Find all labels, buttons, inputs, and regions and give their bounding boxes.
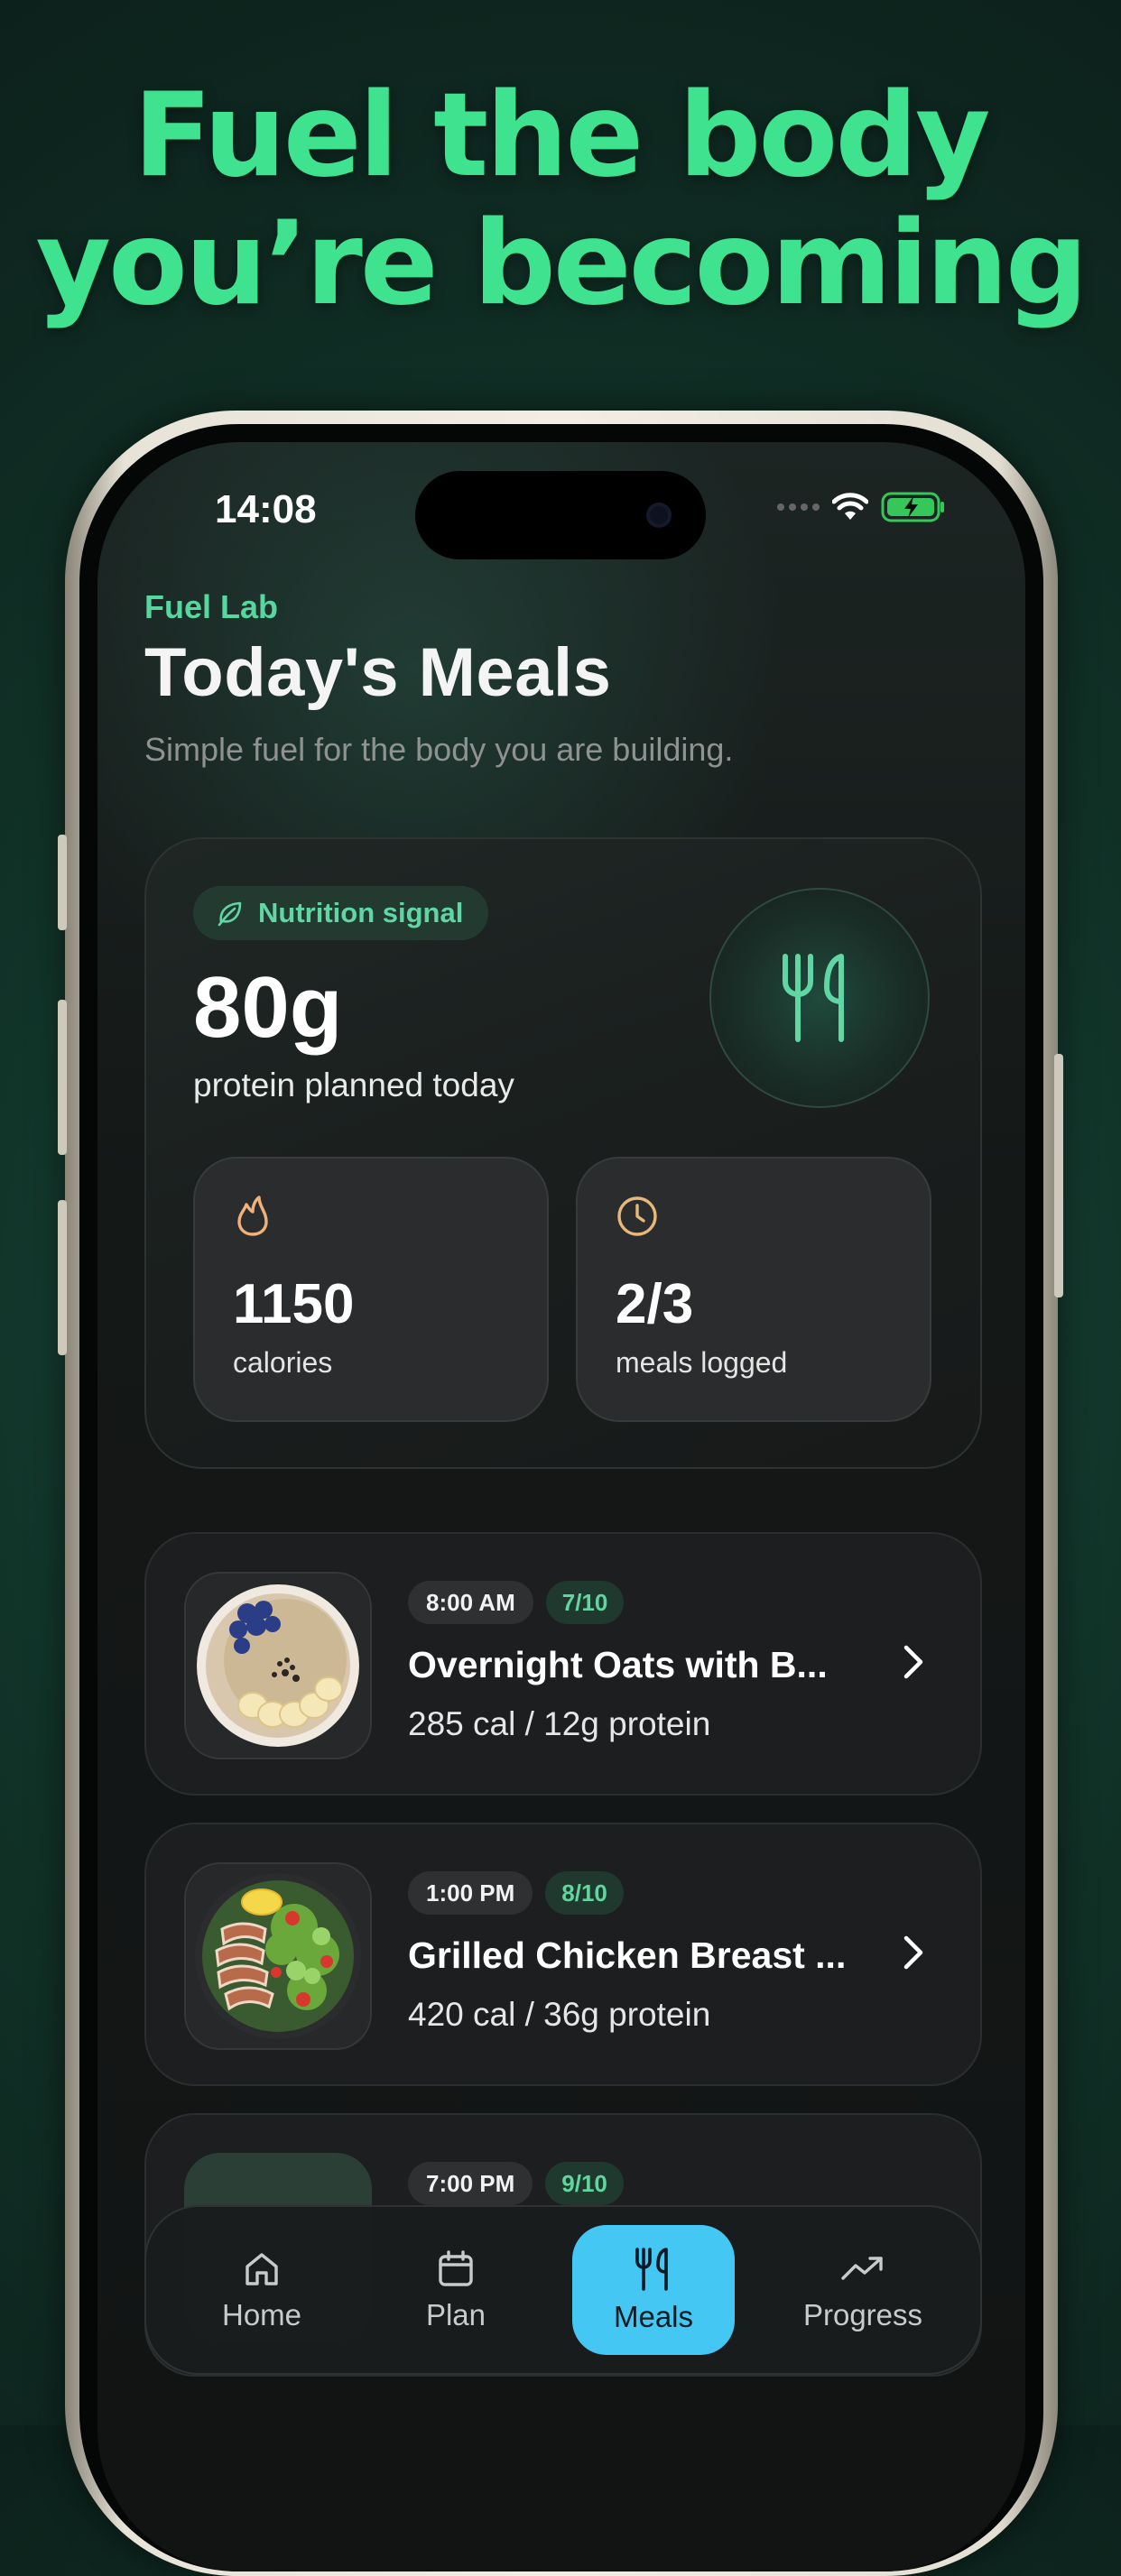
camera-icon <box>646 503 672 528</box>
volume-down-button <box>58 1200 67 1355</box>
page-title: Today's Meals <box>144 634 612 711</box>
signal-icon <box>777 503 820 511</box>
calendar-icon <box>439 2250 473 2286</box>
battery-charging-icon <box>881 492 944 522</box>
headline-line-2: you’re becoming <box>35 197 1089 331</box>
meal-card-lunch[interactable]: 1:00 PM 8/10 Grilled Chicken Breast ... … <box>144 1823 982 2086</box>
nutrition-signal-badge: Nutrition signal <box>193 886 489 940</box>
meals-logged-stat: 2/3 meals logged <box>576 1157 931 1422</box>
power-button <box>1054 1054 1063 1297</box>
chevron-right-icon[interactable] <box>899 1931 928 1974</box>
chevron-right-icon[interactable] <box>899 1640 928 1684</box>
meal-macros: 420 cal / 36g protein <box>408 1996 711 2033</box>
utensils-icon <box>783 954 844 1042</box>
meal-card-breakfast[interactable]: 8:00 AM 7/10 Overnight Oats with B... 28… <box>144 1532 982 1796</box>
action-button <box>58 835 67 930</box>
nutrition-summary-card: Nutrition signal 80g protein planned tod… <box>144 837 982 1469</box>
meal-score-badge: 8/10 <box>545 1871 624 1915</box>
meal-name: Overnight Oats with B... <box>408 1644 828 1685</box>
meal-name: Grilled Chicken Breast ... <box>408 1934 847 1976</box>
page-subtitle: Simple fuel for the body you are buildin… <box>144 731 734 768</box>
nutrition-signal-label: Nutrition signal <box>258 897 464 928</box>
phone-screen: 14:08 Fuel Lab Today's Meals Simple fuel… <box>97 442 1025 2571</box>
status-icons <box>777 489 946 525</box>
utensils-icon <box>635 2248 668 2291</box>
tab-meals[interactable]: Meals <box>572 2225 735 2355</box>
calories-value: 1150 <box>233 1273 355 1335</box>
meals-logged-label: meals logged <box>616 1346 788 1379</box>
meal-time-badge: 8:00 AM <box>408 1581 533 1624</box>
leaf-icon <box>218 901 242 927</box>
headline-line-1: Fuel the body <box>133 69 991 203</box>
meals-logged-value: 2/3 <box>616 1273 694 1335</box>
marketing-headline: Fuel the body you’re becoming <box>0 72 1121 328</box>
trending-up-icon <box>841 2257 883 2280</box>
tab-label: Meals <box>613 2300 694 2333</box>
volume-up-button <box>58 1000 67 1155</box>
tab-progress[interactable]: Progress <box>782 2207 944 2373</box>
flame-icon <box>237 1196 268 1236</box>
meal-score-badge: 7/10 <box>545 1581 625 1624</box>
tab-label: Home <box>221 2298 302 2331</box>
meal-image <box>184 1862 372 2050</box>
bottom-tab-bar: Home Plan Meals Progress <box>144 2205 982 2375</box>
tab-label: Progress <box>802 2298 923 2331</box>
meal-time-badge: 7:00 PM <box>408 2162 533 2205</box>
home-icon <box>246 2253 278 2285</box>
tab-label: Plan <box>425 2298 486 2331</box>
brand-label: Fuel Lab <box>144 588 279 625</box>
meal-macros: 285 cal / 12g protein <box>408 1705 711 1742</box>
protein-label: protein planned today <box>193 1066 514 1103</box>
meal-image <box>184 1572 372 1759</box>
protein-value: 80g <box>193 959 343 1056</box>
tab-plan[interactable]: Plan <box>388 2207 523 2373</box>
clock-icon <box>617 1196 657 1236</box>
meal-score-badge: 9/10 <box>545 2162 624 2205</box>
utensils-badge <box>709 888 930 1108</box>
dynamic-island <box>415 471 706 559</box>
calories-stat: 1150 calories <box>193 1157 549 1422</box>
tab-home[interactable]: Home <box>190 2207 334 2373</box>
calories-label: calories <box>233 1346 333 1379</box>
wifi-icon <box>832 493 868 520</box>
meal-time-badge: 1:00 PM <box>408 1871 533 1915</box>
status-time: 14:08 <box>215 487 317 531</box>
